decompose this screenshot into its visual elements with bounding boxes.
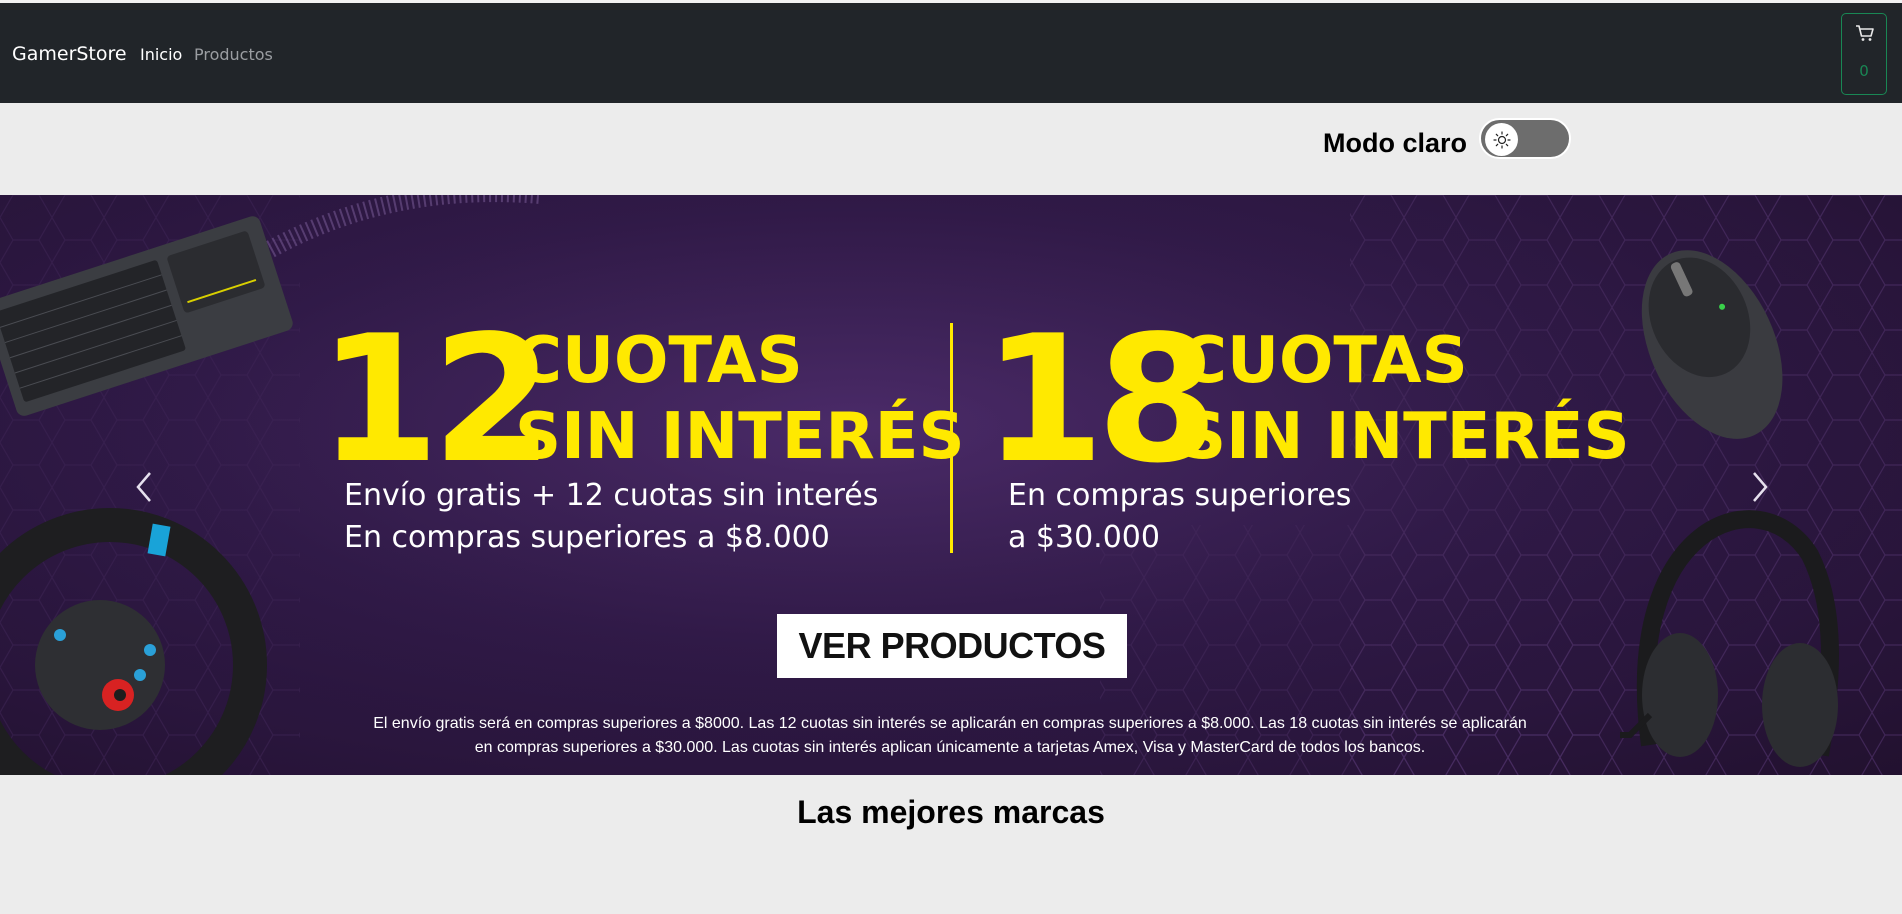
ver-productos-button[interactable]: VER PRODUCTOS (777, 614, 1127, 678)
cart-icon (1856, 25, 1874, 41)
nav-link-productos[interactable]: Productos (194, 45, 273, 64)
offer-left-line2: SIN INTERÉS (515, 400, 965, 474)
legal-line-1: El envío gratis será en compras superior… (373, 715, 1527, 732)
chevron-left-icon[interactable] (130, 467, 158, 507)
theme-mode-label: Modo claro (1323, 128, 1468, 158)
offer-left-detail2: En compras superiores a $8.000 (344, 520, 830, 555)
brand-logo[interactable]: GamerStore (12, 43, 127, 65)
offer-left-detail1: Envío gratis + 12 cuotas sin interés (344, 478, 879, 513)
brands-section-title: Las mejores marcas (797, 794, 1105, 830)
offer-left-line1: CUOTAS (515, 324, 803, 398)
theme-toggle-switch[interactable] (1479, 118, 1571, 159)
chevron-right-icon[interactable] (1746, 467, 1774, 507)
navbar: GamerStore Inicio Productos 0 (0, 0, 1902, 103)
promo-carousel: 12 CUOTAS SIN INTERÉS Envío gratis + 12 … (0, 195, 1902, 775)
toggle-knob (1485, 123, 1518, 156)
legal-line-2: en compras superiores a $30.000. Las cuo… (474, 739, 1426, 756)
cart-button[interactable]: 0 (1841, 13, 1887, 95)
offer-right-detail1: En compras superiores (1008, 478, 1352, 513)
offer-divider (950, 323, 953, 553)
offer-right-detail2: a $30.000 (1008, 520, 1160, 555)
offer-left-number: 12 (318, 299, 554, 502)
cart-count: 0 (1859, 62, 1869, 80)
offer-right-line2: SIN INTERÉS (1180, 400, 1630, 474)
sun-icon (1492, 130, 1511, 149)
nav-link-inicio[interactable]: Inicio (140, 45, 182, 64)
offer-right-line1: CUOTAS (1180, 324, 1468, 398)
offer-right-number: 18 (983, 299, 1219, 502)
